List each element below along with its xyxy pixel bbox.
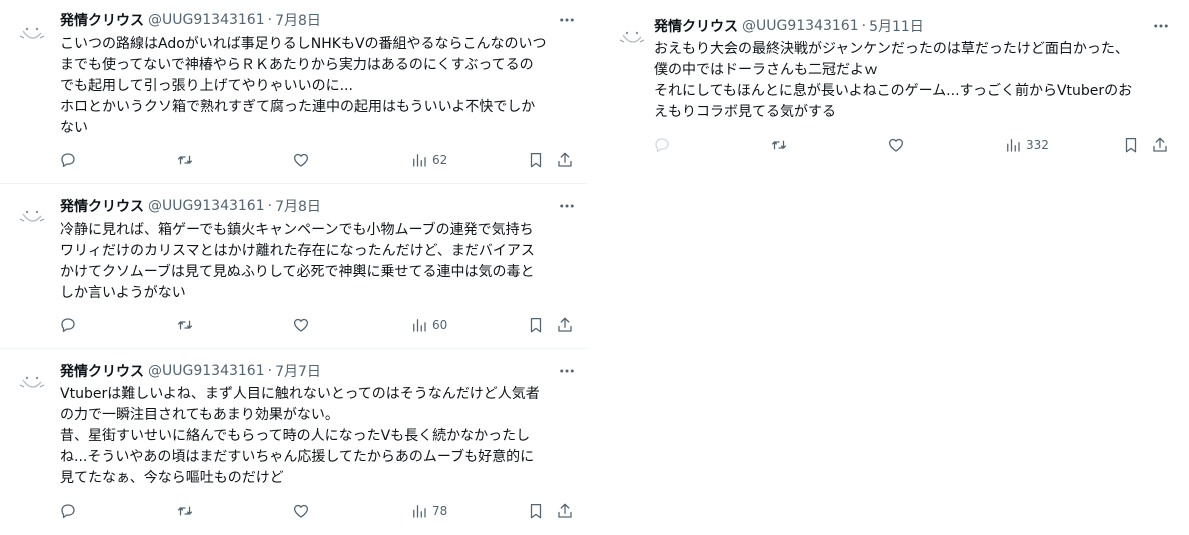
views-icon: [413, 154, 426, 167]
more-icon[interactable]: [557, 363, 577, 379]
views-icon: [1007, 139, 1020, 152]
like-button[interactable]: [292, 501, 310, 521]
like-button[interactable]: [292, 315, 310, 335]
views-count: 62: [432, 153, 448, 167]
more-icon[interactable]: [557, 12, 577, 28]
retweet-icon: [177, 320, 193, 330]
separator-dot: ·: [267, 12, 273, 28]
tweet-text: こいつの路線はAdoがいれば事足りるしNHKもVの番組やるならこんなのいつ まで…: [60, 36, 547, 136]
reply-icon: [655, 138, 669, 153]
display-name[interactable]: 発情クリウス: [654, 16, 738, 36]
tweet-date[interactable]: 7月7日: [275, 361, 321, 381]
avatar-icon[interactable]: [614, 18, 650, 54]
tweet-actions: 62: [0, 150, 587, 170]
share-button[interactable]: [1151, 135, 1169, 155]
reply-icon: [61, 318, 75, 333]
tweet-header: 発情クリウス @UUG91343161 · 5月11日: [654, 16, 924, 36]
avatar-icon[interactable]: [14, 14, 50, 50]
reply-button[interactable]: [59, 501, 77, 521]
share-icon: [558, 503, 572, 518]
bookmark-button[interactable]: [527, 501, 545, 521]
bookmark-button[interactable]: [527, 315, 545, 335]
more-icon[interactable]: [557, 198, 577, 214]
tweet-header: 発情クリウス @UUG91343161 · 7月8日: [60, 10, 321, 30]
tweet-date[interactable]: 5月11日: [869, 16, 924, 36]
avatar-icon[interactable]: [14, 363, 50, 399]
tweet-date[interactable]: 7月8日: [275, 196, 321, 216]
share-button[interactable]: [556, 150, 574, 170]
tweet-header: 発情クリウス @UUG91343161 · 7月8日: [60, 196, 321, 216]
like-icon: [293, 504, 309, 518]
tweet-card[interactable]: 発情クリウス @UUG91343161 · 7月7日 Vtuberは難しいよね、…: [0, 349, 587, 534]
user-handle[interactable]: @UUG91343161: [148, 198, 265, 214]
tweet-card[interactable]: 発情クリウス @UUG91343161 · 5月11日 おえもり大会の最終決戦が…: [600, 0, 1189, 170]
views-button[interactable]: 332: [1004, 135, 1049, 155]
bookmark-icon: [1125, 137, 1137, 153]
views-count: 332: [1026, 138, 1049, 152]
views-button[interactable]: 78: [410, 501, 447, 521]
separator-dot: ·: [267, 198, 273, 214]
tweet-actions: 60: [0, 315, 587, 335]
views-icon: [413, 505, 426, 518]
timeline-left: 発情クリウス @UUG91343161 · 7月8日 こいつの路線はAdoがいれ…: [0, 0, 587, 534]
separator-dot: ·: [861, 18, 867, 34]
retweet-icon: [771, 140, 787, 150]
views-button[interactable]: 62: [410, 150, 447, 170]
tweet-text: 冷静に見れば、箱ゲーでも鎮火キャンペーンでも小物ムーブの連発で気持ち ワリィだけ…: [60, 222, 535, 301]
bookmark-icon: [530, 503, 542, 519]
reply-icon: [61, 504, 75, 519]
retweet-icon: [177, 155, 193, 165]
bookmark-icon: [530, 152, 542, 168]
separator-dot: ·: [267, 363, 273, 379]
display-name[interactable]: 発情クリウス: [60, 361, 144, 381]
retweet-button[interactable]: [176, 150, 194, 170]
like-icon: [293, 318, 309, 332]
tweet-card[interactable]: 発情クリウス @UUG91343161 · 7月8日 冷静に見れば、箱ゲーでも鎮…: [0, 184, 587, 349]
retweet-icon: [177, 506, 193, 516]
display-name[interactable]: 発情クリウス: [60, 10, 144, 30]
views-count: 78: [432, 504, 448, 518]
tweet-card[interactable]: 発情クリウス @UUG91343161 · 7月8日 こいつの路線はAdoがいれ…: [0, 0, 587, 184]
like-button[interactable]: [292, 150, 310, 170]
views-count: 60: [432, 318, 448, 332]
display-name[interactable]: 発情クリウス: [60, 196, 144, 216]
user-handle[interactable]: @UUG91343161: [148, 12, 265, 28]
bookmark-icon: [530, 317, 542, 333]
retweet-button[interactable]: [176, 315, 194, 335]
tweet-actions: 78: [0, 501, 587, 521]
tweet-text: Vtuberは難しいよね、まず人目に触れないとってのはそうなんだけど人気者 の力…: [60, 386, 540, 486]
like-button[interactable]: [887, 135, 905, 155]
tweet-actions: 332: [600, 135, 1189, 155]
share-icon: [1153, 137, 1167, 152]
bookmark-button[interactable]: [527, 150, 545, 170]
retweet-button[interactable]: [770, 135, 788, 155]
bookmark-button[interactable]: [1122, 135, 1140, 155]
tweet-date[interactable]: 7月8日: [275, 10, 321, 30]
like-icon: [293, 153, 309, 167]
share-icon: [558, 317, 572, 332]
reply-button[interactable]: [59, 315, 77, 335]
user-handle[interactable]: @UUG91343161: [742, 18, 859, 34]
reply-icon: [61, 153, 75, 168]
like-icon: [888, 138, 904, 152]
share-icon: [558, 152, 572, 167]
share-button[interactable]: [556, 315, 574, 335]
share-button[interactable]: [556, 501, 574, 521]
avatar-icon[interactable]: [14, 197, 50, 233]
retweet-button[interactable]: [176, 501, 194, 521]
tweet-header: 発情クリウス @UUG91343161 · 7月7日: [60, 361, 321, 381]
timeline-right: 発情クリウス @UUG91343161 · 5月11日 おえもり大会の最終決戦が…: [600, 0, 1189, 170]
user-handle[interactable]: @UUG91343161: [148, 363, 265, 379]
reply-button[interactable]: [653, 135, 671, 155]
more-icon[interactable]: [1151, 18, 1171, 34]
reply-button[interactable]: [59, 150, 77, 170]
views-icon: [413, 319, 426, 332]
tweet-text: おえもり大会の最終決戦がジャンケンだったのは草だったけど面白かった、 僕の中では…: [654, 41, 1133, 120]
views-button[interactable]: 60: [410, 315, 447, 335]
